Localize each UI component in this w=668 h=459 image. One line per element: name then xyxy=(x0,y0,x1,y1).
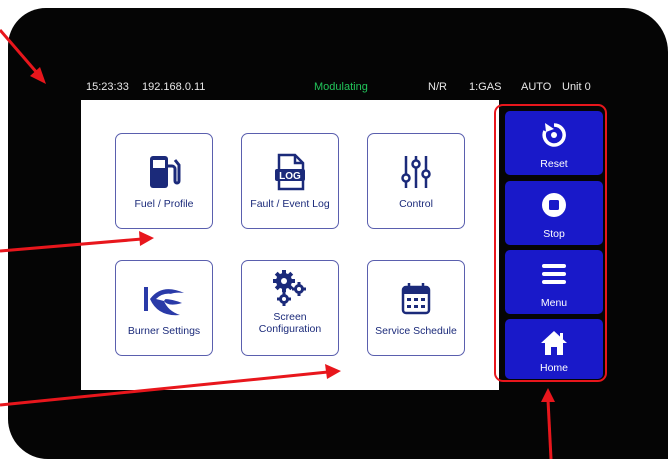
arrow-tiles-top-head xyxy=(139,231,154,246)
arrow-tiles-bottom xyxy=(0,370,329,407)
arrow-status-bar xyxy=(0,29,40,75)
arrow-controls xyxy=(546,399,553,459)
arrow-controls-head xyxy=(541,388,555,402)
arrow-tiles-top xyxy=(0,237,143,253)
arrow-tiles-bottom-head xyxy=(325,364,341,379)
annotation-arrows xyxy=(0,29,555,459)
